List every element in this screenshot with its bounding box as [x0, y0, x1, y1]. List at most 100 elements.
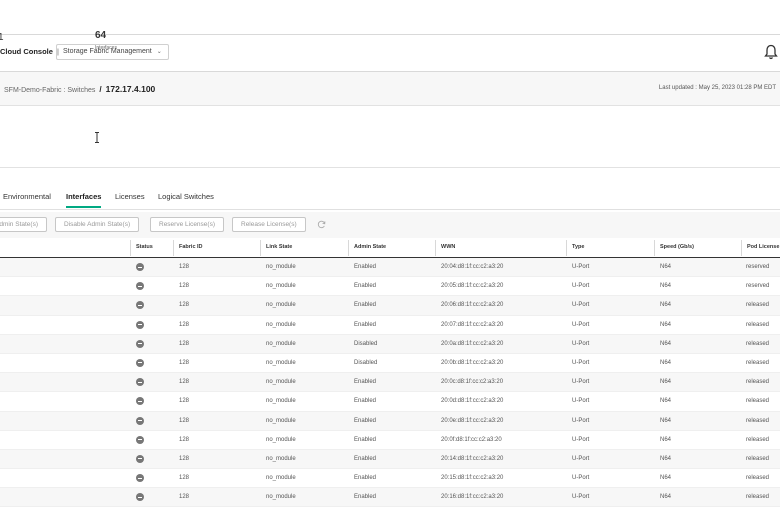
table-row[interactable]: 128 no_module Enabled 20:06:d8:1f:cc:c2:a3:…	[0, 296, 780, 316]
cell-fabric-id: 128	[179, 455, 190, 462]
cell-fabric-id: 128	[179, 494, 190, 501]
status-offline-icon	[136, 282, 144, 291]
cell-admin-state: Enabled	[354, 379, 377, 386]
status-offline-icon	[136, 493, 144, 502]
cell-fabric-id: 128	[179, 379, 190, 386]
cell-fabric-id: 128	[179, 398, 190, 405]
table-row[interactable]: 128 no_module Enabled 20:0e:d8:1f:cc:c2:a3:…	[0, 411, 780, 431]
column-header-pod-license[interactable]: Pod License	[747, 244, 779, 250]
column-header-type[interactable]: Type	[572, 244, 584, 250]
bell-icon[interactable]	[764, 44, 778, 60]
column-header-speed[interactable]: Speed (Gb/s)	[660, 244, 694, 250]
refresh-icon[interactable]	[317, 220, 326, 229]
table-row[interactable]: 128 no_module Enabled 20:04:d8:1f:cc:c2:a3:…	[0, 258, 780, 278]
column-header-fabric-id[interactable]: Fabric ID	[179, 244, 203, 250]
breadcrumb-link-switches[interactable]: SFM-Demo-Fabric : Switches	[4, 87, 95, 94]
tab-environmental[interactable]: Environmental	[3, 192, 51, 201]
column-header-link-state[interactable]: Link State	[266, 244, 292, 250]
cell-wwn: 20:04:d8:1f:cc:c2:a3:20	[441, 264, 504, 270]
cell-admin-state: Enabled	[354, 417, 377, 424]
cell-pod-license: released	[746, 398, 770, 405]
column-divider	[260, 240, 261, 256]
cell-link-state: no_module	[266, 417, 296, 424]
reserve-license-button[interactable]: Reserve License(s)	[150, 217, 224, 232]
table-row[interactable]: 128 no_module Enabled 20:0f:d8:1f:cc:c2:a3:…	[0, 431, 780, 450]
breadcrumb-separator: /	[99, 85, 102, 94]
cell-speed: N64	[660, 436, 672, 443]
cell-admin-state: Enabled	[354, 475, 377, 482]
status-offline-icon	[136, 416, 144, 425]
cell-admin-state: Enabled	[354, 398, 377, 405]
table-row[interactable]: 128 no_module Enabled 20:0d:d8:1f:cc:c2:a3:…	[0, 392, 780, 412]
cell-link-state: no_module	[266, 340, 296, 347]
disable-admin-state-button[interactable]: Disable Admin State(s)	[55, 217, 140, 232]
cell-admin-state: Enabled	[354, 283, 377, 290]
cell-speed: N64	[660, 494, 672, 501]
cell-speed: N64	[660, 379, 672, 386]
column-divider	[173, 240, 174, 256]
table-row[interactable]: 128 no_module Enabled 20:07:d8:1f:cc:c2:a3:…	[0, 316, 780, 335]
enable-admin-state-button[interactable]: Admin State(s)	[0, 217, 47, 232]
cell-wwn: 20:0e:d8:1f:cc:c2:a3:20	[441, 417, 504, 424]
release-license-button[interactable]: Release License(s)	[232, 217, 306, 232]
cell-type: U-Port	[572, 417, 590, 424]
cell-speed: N64	[660, 455, 672, 462]
cell-pod-license: released	[746, 340, 770, 347]
table-row[interactable]: 128 no_module Disabled 20:0b:d8:1f:cc:c2:a3…	[0, 354, 780, 374]
tab-logical-switches[interactable]: Logical Switches	[158, 192, 214, 201]
interfaces-table: Status Fabric ID Link State Admin State …	[0, 238, 780, 508]
column-header-admin-state[interactable]: Admin State	[354, 244, 386, 250]
column-header-wwn[interactable]: WWN	[441, 244, 455, 250]
cell-pod-license: released	[746, 379, 770, 386]
text-cursor-icon	[95, 132, 99, 143]
cell-speed: N64	[660, 302, 672, 309]
cell-admin-state: Enabled	[354, 494, 377, 501]
cell-fabric-id: 128	[179, 302, 190, 309]
chevron-down-icon: ⌄	[156, 49, 162, 55]
brand-title[interactable]: Cloud Console |	[0, 47, 59, 56]
cell-link-state: no_module	[266, 494, 296, 501]
top-header: Cloud Console | Storage Fabric Managemen…	[0, 34, 780, 72]
cell-pod-license: released	[746, 436, 770, 443]
tab-interfaces[interactable]: Interfaces	[66, 192, 102, 208]
cell-admin-state: Disabled	[354, 340, 378, 347]
table-toolbar: Admin State(s) Disable Admin State(s) Re…	[0, 212, 780, 238]
cell-fabric-id: 128	[179, 417, 190, 424]
table-row[interactable]: 128 no_module Disabled 20:0a:d8:1f:cc:c2:a3…	[0, 334, 780, 354]
stat-value-first: 1	[0, 32, 4, 43]
cell-speed: N64	[660, 417, 672, 424]
cell-wwn: 20:0d:d8:1f:cc:c2:a3:20	[441, 398, 504, 405]
table-row[interactable]: 128 no_module Enabled 20:14:d8:1f:cc:c2:a3:…	[0, 449, 780, 470]
table-row[interactable]: 128 no_module Enabled 20:0c:d8:1f:cc:c2:a3:…	[0, 373, 780, 393]
cell-speed: N64	[660, 283, 672, 290]
cell-fabric-id: 128	[179, 264, 190, 270]
cell-pod-license: released	[746, 302, 770, 309]
cell-pod-license: released	[746, 455, 770, 462]
status-offline-icon	[136, 378, 144, 387]
column-header-status[interactable]: Status	[136, 244, 153, 250]
status-offline-icon	[136, 397, 144, 406]
cell-speed: N64	[660, 475, 672, 482]
cell-type: U-Port	[572, 283, 590, 290]
cell-type: U-Port	[572, 302, 590, 309]
page-title: 172.17.4.100	[105, 84, 156, 94]
status-offline-icon	[136, 263, 144, 271]
status-offline-icon	[136, 358, 144, 367]
stat-label-interfaces: Interfaces	[95, 45, 117, 51]
cell-fabric-id: 128	[179, 436, 190, 443]
tab-licenses[interactable]: Licenses	[115, 192, 145, 201]
table-row[interactable]: 128 no_module Enabled 20:16:d8:1f:cc:c2:a3:…	[0, 488, 780, 508]
column-divider	[741, 240, 742, 256]
table-row[interactable]: 128 no_module Enabled 20:05:d8:1f:cc:c2:a3:…	[0, 277, 780, 297]
cell-wwn: 20:15:d8:1f:cc:c2:a3:20	[441, 475, 504, 482]
cell-type: U-Port	[572, 475, 590, 482]
cell-pod-license: released	[746, 359, 770, 366]
cell-admin-state: Enabled	[354, 455, 377, 462]
cell-pod-license: reserved	[746, 283, 770, 290]
cell-type: U-Port	[572, 436, 590, 443]
table-header: Status Fabric ID Link State Admin State …	[0, 238, 780, 258]
cell-link-state: no_module	[266, 302, 296, 309]
cell-wwn: 20:0b:d8:1f:cc:c2:a3:20	[441, 359, 504, 366]
table-row[interactable]: 128 no_module Enabled 20:15:d8:1f:cc:c2:a3:…	[0, 469, 780, 489]
cell-admin-state: Enabled	[354, 436, 377, 443]
